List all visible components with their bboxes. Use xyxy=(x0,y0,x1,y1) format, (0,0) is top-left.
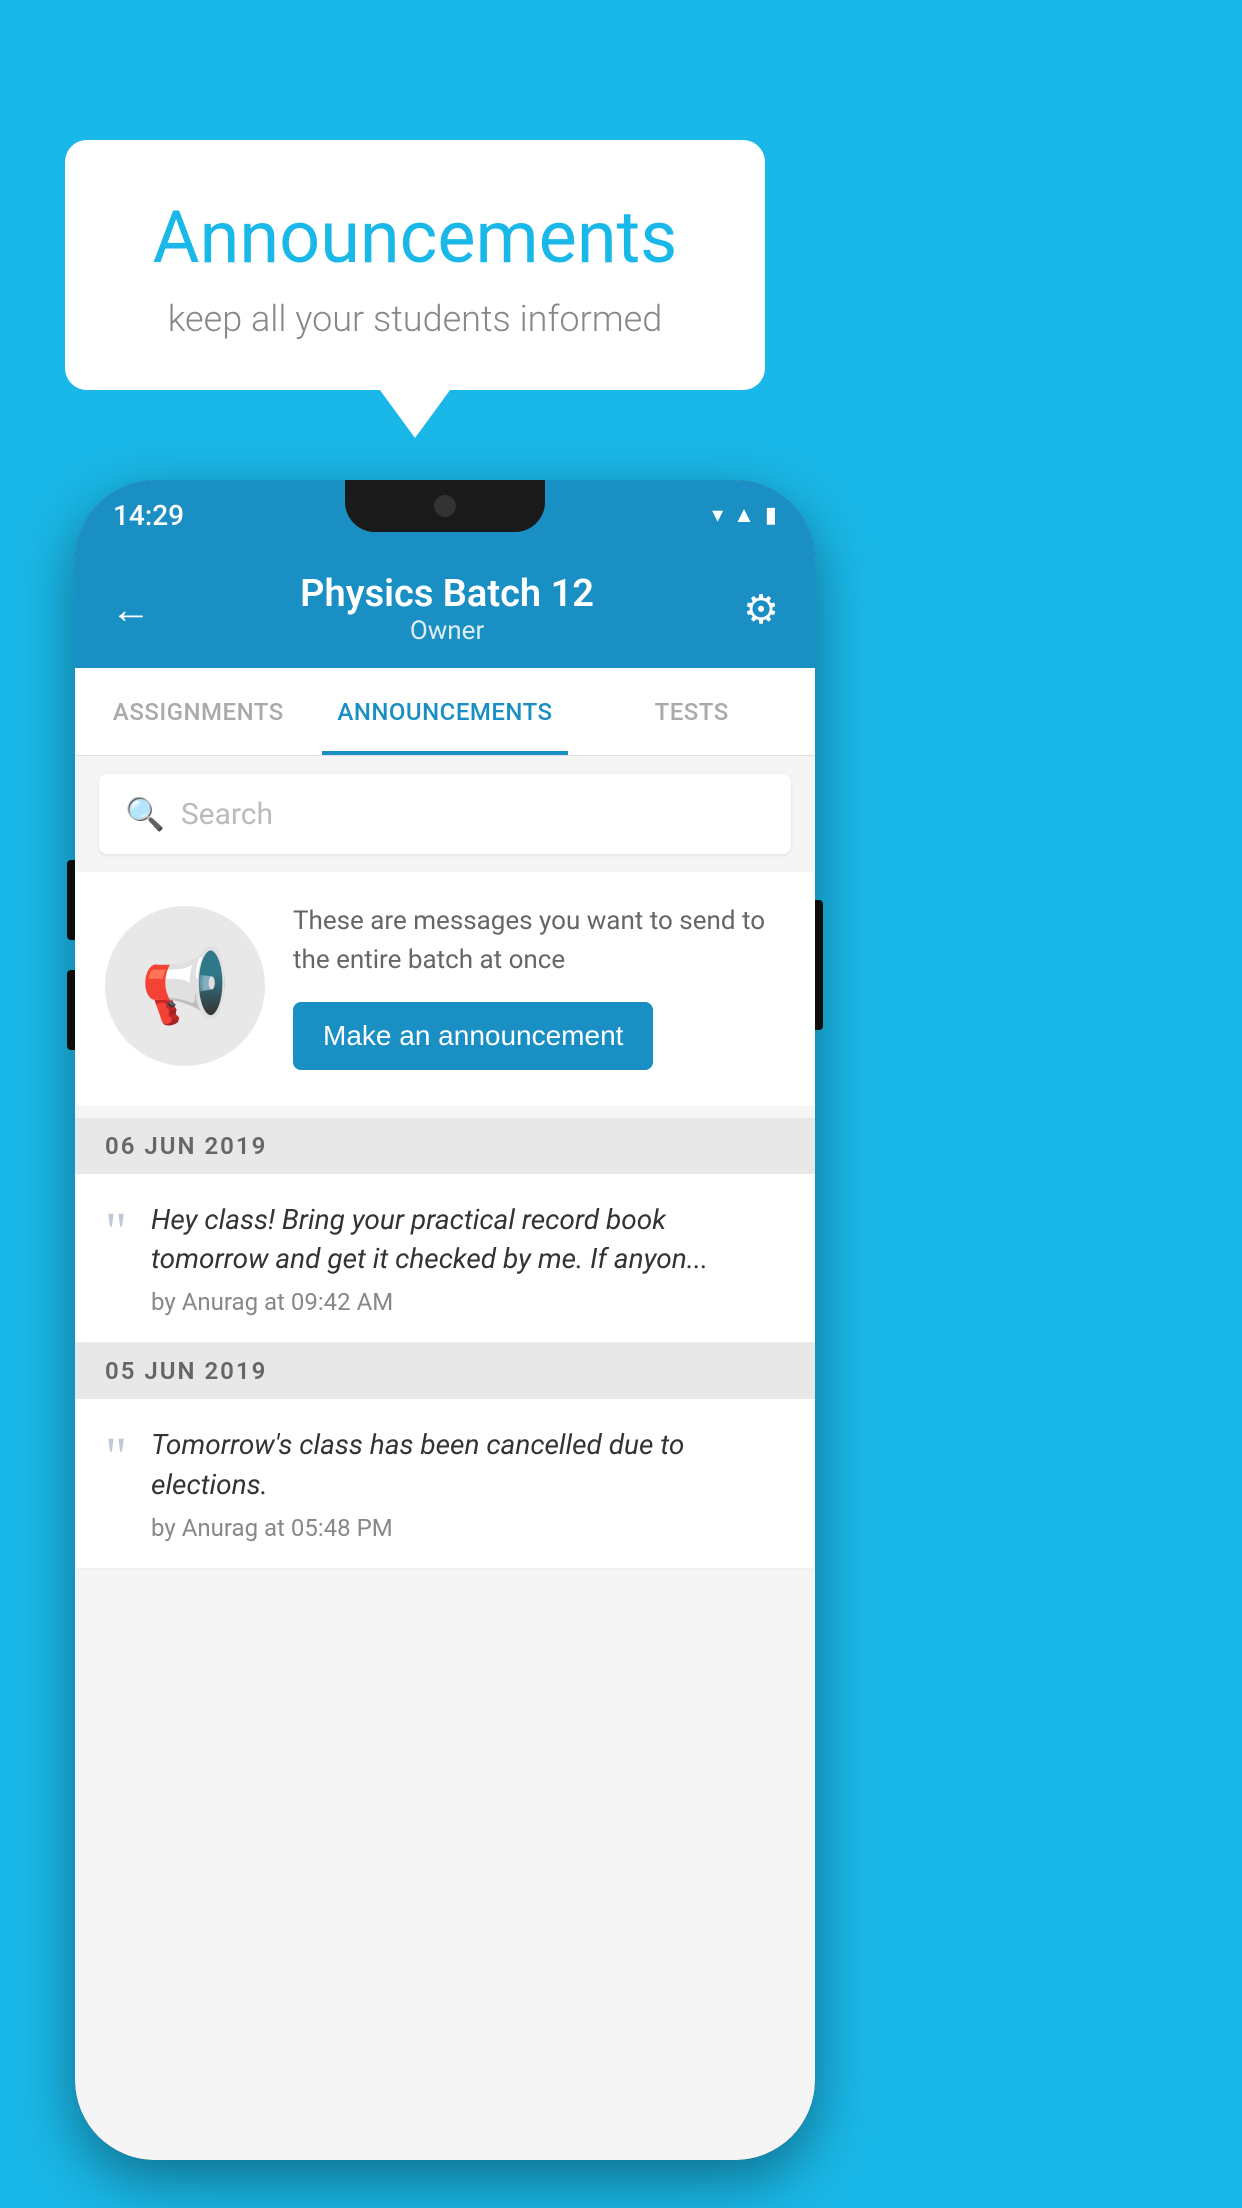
phone-notch xyxy=(345,480,545,532)
speech-bubble: Announcements keep all your students inf… xyxy=(65,140,765,390)
promo-icon-circle: 📢 xyxy=(105,906,265,1066)
user-role: Owner xyxy=(300,616,594,646)
announcement-text-1: Hey class! Bring your practical record b… xyxy=(151,1200,785,1278)
announcement-text-2: Tomorrow's class has been cancelled due … xyxy=(151,1425,785,1503)
announcement-meta-2: by Anurag at 05:48 PM xyxy=(151,1514,785,1542)
search-bar[interactable]: 🔍 Search xyxy=(99,774,791,854)
make-announcement-button[interactable]: Make an announcement xyxy=(293,1002,653,1070)
announcement-meta-1: by Anurag at 09:42 AM xyxy=(151,1288,785,1316)
power-button xyxy=(815,900,823,1030)
front-camera xyxy=(434,495,456,517)
tabs-bar: ASSIGNMENTS ANNOUNCEMENTS TESTS xyxy=(75,668,815,756)
volume-down-button xyxy=(67,970,75,1050)
announcement-item-1[interactable]: " Hey class! Bring your practical record… xyxy=(75,1174,815,1343)
promo-card: 📢 These are messages you want to send to… xyxy=(75,872,815,1106)
status-time: 14:29 xyxy=(113,499,184,532)
signal-icon: ▲ xyxy=(733,502,755,528)
phone-frame: 14:29 ▾ ▲ ▮ ← Physics Batch 12 Owner ⚙ xyxy=(75,480,815,2160)
quote-icon-1: " xyxy=(105,1204,127,1258)
speech-bubble-title: Announcements xyxy=(125,195,705,280)
settings-button[interactable]: ⚙ xyxy=(743,586,779,633)
wifi-icon: ▾ xyxy=(712,503,723,528)
promo-description: These are messages you want to send to t… xyxy=(293,902,785,980)
app-header: ← Physics Batch 12 Owner ⚙ xyxy=(75,550,815,668)
header-title-group: Physics Batch 12 Owner xyxy=(300,572,594,646)
tab-assignments[interactable]: ASSIGNMENTS xyxy=(75,668,322,755)
announcement-item-2[interactable]: " Tomorrow's class has been cancelled du… xyxy=(75,1399,815,1568)
tab-tests[interactable]: TESTS xyxy=(568,668,815,755)
speech-bubble-subtitle: keep all your students informed xyxy=(125,298,705,340)
promo-text-group: These are messages you want to send to t… xyxy=(293,902,785,1070)
announcement-text-group-2: Tomorrow's class has been cancelled due … xyxy=(151,1425,785,1541)
quote-icon-2: " xyxy=(105,1429,127,1483)
search-icon: 🔍 xyxy=(125,795,165,833)
batch-title: Physics Batch 12 xyxy=(300,572,594,616)
date-separator-1: 06 JUN 2019 xyxy=(75,1118,815,1174)
back-button[interactable]: ← xyxy=(111,586,151,633)
status-icons: ▾ ▲ ▮ xyxy=(712,502,777,528)
screen-content: 🔍 Search 📢 These are messages you want t… xyxy=(75,756,815,2160)
date-separator-2: 05 JUN 2019 xyxy=(75,1343,815,1399)
speech-bubble-container: Announcements keep all your students inf… xyxy=(65,140,765,390)
announcement-text-group-1: Hey class! Bring your practical record b… xyxy=(151,1200,785,1316)
battery-icon: ▮ xyxy=(765,503,777,528)
search-placeholder: Search xyxy=(181,797,273,832)
volume-up-button xyxy=(67,860,75,940)
tab-announcements[interactable]: ANNOUNCEMENTS xyxy=(322,668,569,755)
megaphone-icon: 📢 xyxy=(140,944,230,1029)
